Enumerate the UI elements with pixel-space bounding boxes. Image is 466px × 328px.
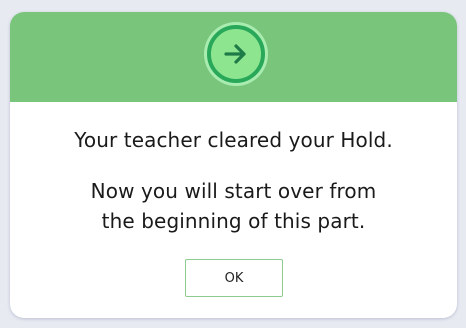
dialog-message-secondary-line-2: the beginning of this part. bbox=[101, 209, 366, 233]
ok-button[interactable]: OK bbox=[185, 259, 283, 297]
dialog-header bbox=[10, 12, 457, 102]
dialog-message-primary: Your teacher cleared your Hold. bbox=[74, 128, 393, 152]
arrow-right-icon bbox=[207, 25, 265, 83]
dialog-message-secondary-line-1: Now you will start over from bbox=[90, 179, 377, 203]
hold-cleared-dialog: Your teacher cleared your Hold. Now you … bbox=[10, 12, 457, 318]
arrow-right-glyph bbox=[224, 44, 246, 64]
dialog-message-secondary: Now you will start over from the beginni… bbox=[10, 176, 457, 236]
